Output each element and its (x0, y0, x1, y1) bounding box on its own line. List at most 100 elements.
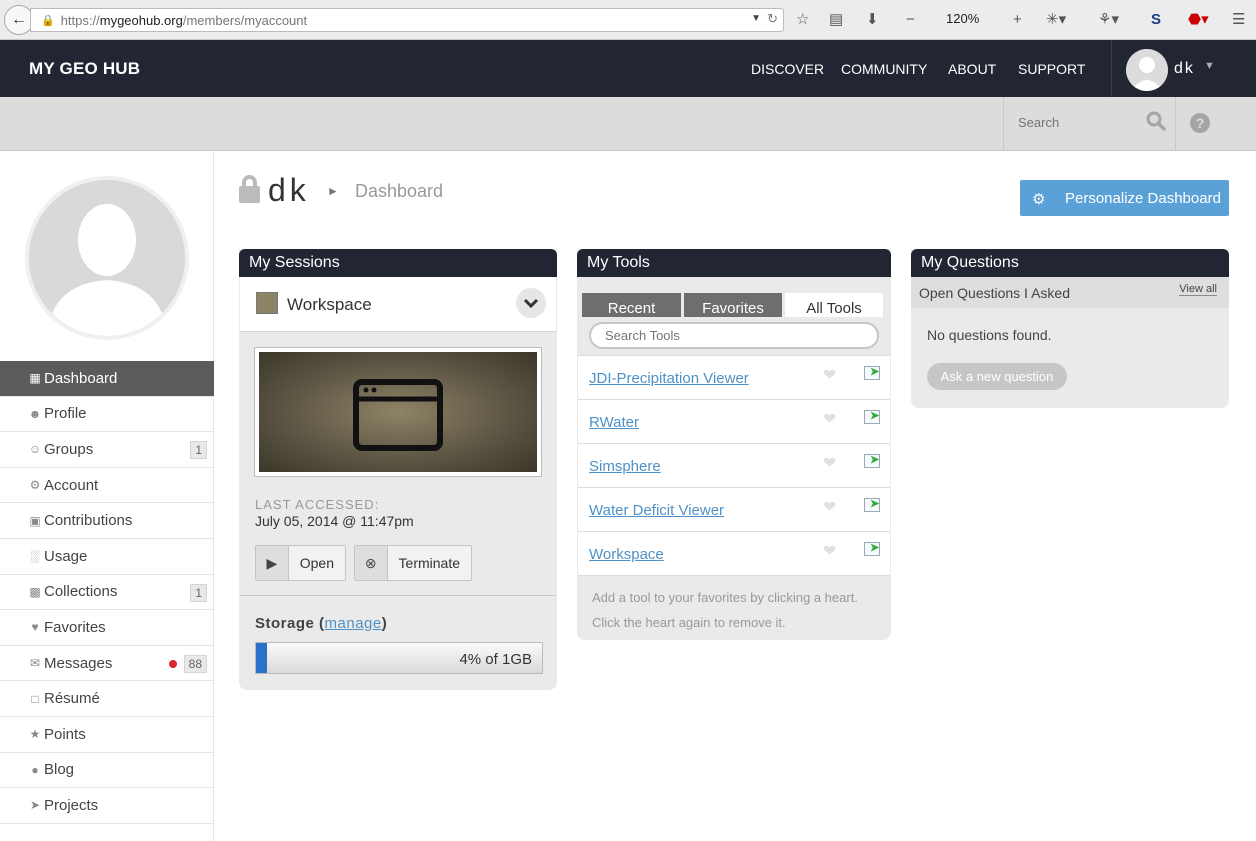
heart-icon[interactable]: ❤ (823, 409, 836, 429)
url-dropdown-icon[interactable]: ▼ (751, 13, 761, 24)
help-icon[interactable]: ? (1190, 113, 1210, 133)
session-row[interactable]: Workspace (240, 277, 556, 332)
search-icon[interactable] (1146, 111, 1166, 136)
user-menu[interactable]: dk ▼ (1111, 40, 1256, 97)
sub-header: ? (0, 97, 1256, 151)
zoom-out-icon[interactable]: − (906, 9, 915, 31)
tab-recent[interactable]: Recent (582, 293, 681, 317)
sidebar-item-usage[interactable]: ░ Usage (0, 539, 214, 575)
heart-icon[interactable]: ❤ (823, 453, 836, 473)
reload-icon[interactable]: ↻ (767, 11, 778, 27)
tool-link[interactable]: JDI-Precipitation Viewer (589, 370, 749, 387)
search-input[interactable] (1018, 115, 1138, 130)
download-icon[interactable]: ⬇ (866, 9, 879, 31)
site-logo[interactable]: MY GEO HUB (29, 59, 140, 79)
divider (240, 595, 556, 596)
reader-icon[interactable]: ▤ (829, 9, 843, 31)
storage-label: Storage (manage) (255, 615, 388, 632)
user-icon: ☻ (28, 406, 42, 421)
nav-about[interactable]: ABOUT (948, 61, 996, 77)
storage-usage-text: 4% of 1GB (459, 651, 532, 668)
header-username: dk (1174, 60, 1195, 77)
tools-tip: Add a tool to your favorites by clicking… (592, 590, 858, 630)
sidebar-item-messages[interactable]: ✉ Messages 88 (0, 646, 214, 682)
tool-link[interactable]: RWater (589, 414, 639, 431)
tool-tabs: Recent Favorites All Tools (582, 293, 883, 317)
chevron-down-icon[interactable] (516, 288, 546, 318)
groups-icon: ☺ (28, 442, 42, 457)
heart-icon[interactable]: ❤ (823, 497, 836, 517)
personalize-dashboard-button[interactable]: ⚙ Personalize Dashboard (1020, 180, 1229, 216)
session-thumbnail[interactable] (254, 347, 542, 477)
ask-question-button[interactable]: Ask a new question (927, 363, 1067, 390)
url-bar[interactable]: 🔒 https://mygeohub.org/members/myaccount… (30, 8, 784, 32)
speech-bubble-icon: ● (31, 762, 39, 777)
sidebar-item-label: Contributions (44, 512, 133, 530)
tools-panel-title: My Tools (577, 249, 891, 277)
bookmark-star-icon[interactable]: ☆ (796, 9, 809, 31)
sidebar-item-label: Projects (44, 796, 99, 814)
questions-subheader: Open Questions I Asked View all (911, 277, 1229, 308)
collections-count-badge: 1 (190, 583, 207, 602)
url-domain: mygeohub.org (99, 12, 183, 28)
nav-community[interactable]: COMMUNITY (841, 61, 927, 77)
open-session-button[interactable]: ▶ Open (255, 545, 346, 581)
last-accessed-value: July 05, 2014 @ 11:47pm (255, 513, 414, 529)
launch-tool-icon[interactable]: ➤ (864, 542, 880, 556)
sidebar-item-label: Collections (44, 583, 118, 601)
network-extension-icon[interactable]: ⚘▾ (1098, 9, 1119, 31)
no-questions-text: No questions found. (927, 327, 1052, 343)
groups-count-badge: 1 (190, 441, 207, 460)
sidebar-item-contributions[interactable]: ▣ Contributions (0, 503, 214, 539)
url-scheme: https:// (60, 12, 100, 28)
zoom-level[interactable]: 120% (946, 11, 979, 26)
storage-manage-link[interactable]: manage (325, 615, 382, 632)
launch-tool-icon[interactable]: ➤ (864, 410, 880, 424)
sidebar-item-points[interactable]: ★ Points (0, 717, 214, 753)
search-tools-input[interactable] (589, 322, 879, 349)
heart-icon[interactable]: ❤ (823, 541, 836, 561)
s-extension-icon[interactable]: S (1151, 9, 1161, 31)
tool-link[interactable]: Water Deficit Viewer (589, 502, 724, 519)
zoom-in-icon[interactable]: + (1013, 9, 1022, 31)
sidebar-item-collections[interactable]: ▩ Collections 1 (0, 575, 214, 611)
launch-tool-icon[interactable]: ➤ (864, 366, 880, 380)
play-icon: ▶ (256, 546, 289, 580)
sidebar-item-profile[interactable]: ☻ Profile (0, 397, 214, 433)
sidebar-item-blog[interactable]: ● Blog (0, 753, 214, 789)
launch-tool-icon[interactable]: ➤ (864, 498, 880, 512)
sidebar-item-groups[interactable]: ☺ Groups 1 (0, 432, 214, 468)
sidebar-item-label: Usage (44, 547, 88, 565)
terminate-session-button[interactable]: ⊗ Terminate (354, 545, 472, 581)
tab-all-tools[interactable]: All Tools (785, 293, 883, 317)
list-item: JDI-Precipitation Viewer ❤ ➤ (578, 356, 890, 400)
nav-support[interactable]: SUPPORT (1018, 61, 1085, 77)
sidebar-item-account[interactable]: ⚙ Account (0, 468, 214, 504)
sidebar-item-resume[interactable]: □ Résumé (0, 681, 214, 717)
sessions-panel: My Sessions Workspace LAST ACCESSED: Jul… (239, 249, 557, 690)
nav-discover[interactable]: DISCOVER (751, 61, 824, 77)
sidebar-item-dashboard[interactable]: ▦ Dashboard (0, 361, 214, 397)
close-circle-icon: ⊗ (355, 546, 388, 580)
extension-icon[interactable]: ✳▾ (1046, 9, 1066, 31)
sidebar-item-label: Account (44, 476, 99, 494)
launch-tool-icon[interactable]: ➤ (864, 454, 880, 468)
tab-favorites[interactable]: Favorites (684, 293, 782, 317)
tool-link[interactable]: Workspace (589, 546, 664, 563)
sidebar-item-projects[interactable]: ➤ Projects (0, 788, 214, 824)
view-all-link[interactable]: View all (1179, 283, 1217, 296)
list-item: Simsphere ❤ ➤ (578, 444, 890, 488)
session-app-icon (256, 292, 278, 314)
list-item: RWater ❤ ➤ (578, 400, 890, 444)
sidebar-menu: ▦ Dashboard ☻ Profile ☺ Groups 1 ⚙ Account ▣ C… (0, 361, 214, 824)
storage-progress-fill (256, 643, 268, 673)
list-item: Water Deficit Viewer ❤ ➤ (578, 488, 890, 532)
adblock-icon[interactable]: ⬣▾ (1188, 9, 1209, 31)
menu-icon[interactable]: ☰ (1232, 9, 1245, 31)
book-icon: ▣ (29, 513, 41, 528)
tool-link[interactable]: Simsphere (589, 458, 661, 475)
sidebar-item-favorites[interactable]: ♥ Favorites (0, 610, 214, 646)
heart-icon[interactable]: ❤ (823, 365, 836, 385)
last-accessed-label: LAST ACCESSED: (255, 497, 380, 512)
points-icon: ★ (29, 727, 41, 742)
